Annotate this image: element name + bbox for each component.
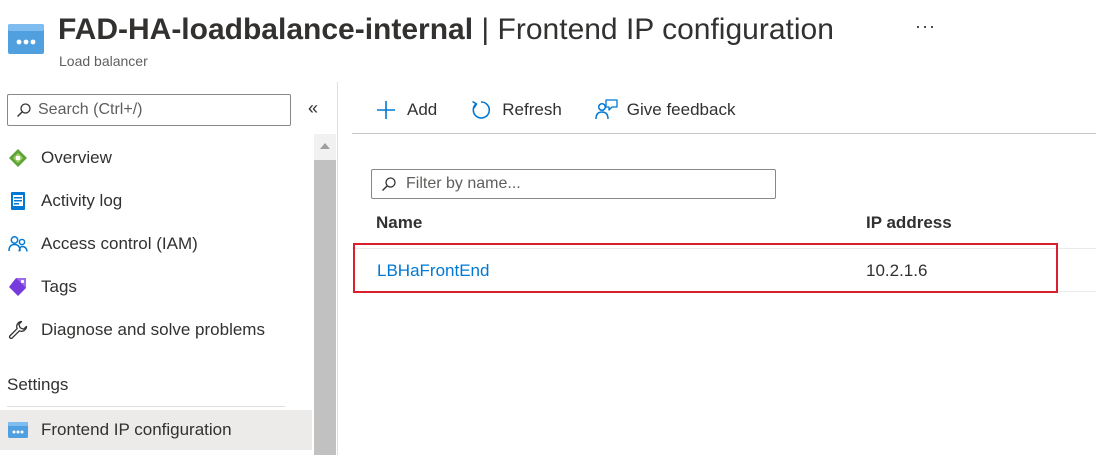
scroll-thumb[interactable] [314,160,336,455]
sidebar-item-iam[interactable]: Access control (IAM) [0,224,312,264]
refresh-icon [469,98,493,122]
feedback-icon [594,98,618,122]
activity-log-icon [8,191,28,211]
plus-icon [374,98,398,122]
load-balancer-icon [8,24,44,54]
iam-icon [8,234,28,254]
blade-header: FAD-HA-loadbalance-internal | Frontend I… [0,0,1096,80]
sidebar-item-overview[interactable]: Overview [0,138,312,178]
wrench-icon [8,320,28,340]
page-title: FAD-HA-loadbalance-internal | Frontend I… [58,10,834,50]
sidebar-search[interactable] [7,94,291,126]
sidebar-item-label: Tags [41,277,77,296]
toolbar-divider [352,133,1096,134]
more-options-icon[interactable]: ··· [915,16,936,37]
sidebar-item-label: Frontend IP configuration [41,420,232,439]
column-header-name[interactable]: Name [376,213,422,233]
collapse-sidebar-icon[interactable]: « [308,98,318,119]
search-icon [382,177,396,191]
frontend-ip-icon [8,420,28,440]
resource-name: FAD-HA-loadbalance-internal [58,13,474,46]
sidebar-item-label: Activity log [41,191,123,210]
refresh-label: Refresh [502,100,562,119]
sidebar-item-activity-log[interactable]: Activity log [0,181,312,221]
sidebar-item-label: Overview [41,148,112,167]
command-bar: Add Refresh Give feedback [352,90,1096,130]
sidebar-divider [7,406,285,407]
highlight-box [353,243,1058,293]
sidebar-item-tags[interactable]: Tags [0,267,312,307]
sidebar: « Overview Activity log [0,82,338,455]
sidebar-scrollbar[interactable] [314,134,336,455]
sidebar-item-diagnose[interactable]: Diagnose and solve problems [0,310,312,350]
overview-icon [8,148,28,168]
sidebar-border [337,82,338,455]
title-separator: | [481,13,490,46]
give-feedback-button[interactable]: Give feedback [594,98,736,122]
blade-title: Frontend IP configuration [497,13,834,46]
sidebar-item-label: Access control (IAM) [41,234,198,253]
resource-type: Load balancer [59,53,148,69]
column-header-ip-address[interactable]: IP address [866,213,952,233]
search-icon [17,103,31,117]
sidebar-item-frontend-ip[interactable]: Frontend IP configuration [0,410,312,450]
scroll-up-icon[interactable] [314,134,336,158]
refresh-button[interactable]: Refresh [469,98,562,122]
sidebar-search-input[interactable] [38,101,278,119]
section-settings: Settings [7,375,69,394]
add-button[interactable]: Add [374,98,437,122]
sidebar-item-label: Diagnose and solve problems [41,320,265,339]
filter-box[interactable] [371,169,776,199]
filter-input[interactable] [406,175,766,193]
tag-icon [8,277,28,297]
give-feedback-label: Give feedback [626,100,736,119]
add-label: Add [407,100,438,119]
